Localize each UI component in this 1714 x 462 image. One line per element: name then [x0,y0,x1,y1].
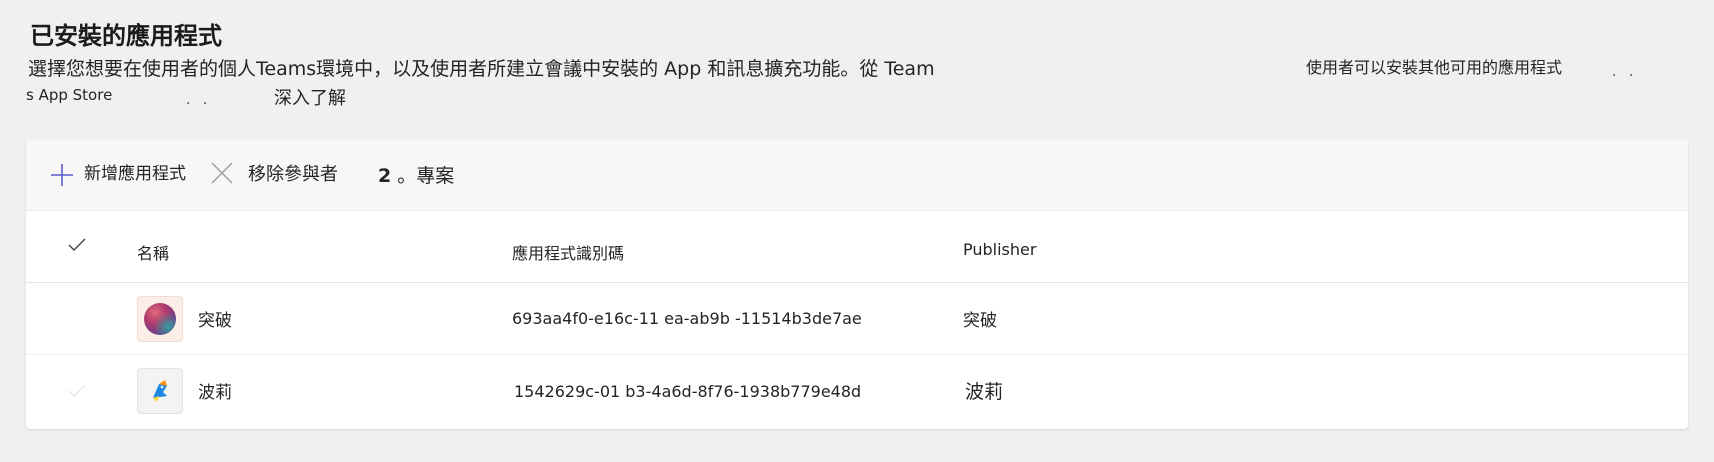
description-dots: . . [186,92,212,108]
select-all-checkmark-icon[interactable] [66,234,88,256]
table-row[interactable]: 波莉 1542629c-01 b3-4a6d-8f76-1938b779e48d… [26,355,1688,426]
column-header-publisher[interactable]: Publisher [963,240,1036,259]
row-checkmark-icon[interactable] [66,380,88,402]
column-header-app-id[interactable]: 應用程式識別碼 [512,240,624,264]
breakthru-logo-icon [137,296,183,342]
right-note: 使用者可以安裝其他可用的應用程式 [1306,58,1563,77]
remove-button[interactable]: 移除參與者 [208,159,338,191]
installed-apps-panel: 新增應用程式 移除參與者 2。專案 名稱 應用程式識別碼 Publisher [26,139,1688,429]
command-bar: 新增應用程式 移除參與者 2 。專案 [26,139,1688,211]
remove-label: 移除參與者 [248,164,338,185]
learn-more-link[interactable]: 深入了解 [274,84,346,110]
app-publisher: 波莉 [965,381,1004,403]
item-count-number: 2 [378,165,392,187]
page-description: 選擇您想要在使用者的個人Teams環境中，以及使用者所建立會議中安裝的 App … [28,58,935,80]
right-note-dots: . . [1612,64,1638,80]
table-header: 名稱 應用程式識別碼 Publisher [26,210,1688,283]
add-apps-label: 新增應用程式 [84,163,186,184]
item-count-suffix: 。專案 [397,165,455,187]
row-checkmark-icon[interactable] [66,308,88,330]
app-id: 1542629c-01 b3-4a6d-8f76-1938b779e48d [514,382,862,401]
table-row[interactable]: 突破 693aa4f0-e16c-11 ea-ab9b -11514b3de7a… [26,283,1688,355]
app-name[interactable]: 波莉 [198,378,232,403]
page-description-continued: s App Store [26,86,113,104]
app-name[interactable]: 突破 [198,306,232,331]
item-count: 2 。專案 [378,161,454,188]
page-title: 已安裝的應用程式 [30,22,222,50]
plus-icon [48,161,76,189]
polly-logo-icon [137,368,183,414]
column-header-name[interactable]: 名稱 [137,240,169,264]
app-publisher: 突破 [963,311,997,331]
close-icon [208,159,236,191]
add-apps-button[interactable]: 新增應用程式 [48,159,186,191]
app-id: 693aa4f0-e16c-11 ea-ab9b -11514b3de7ae [512,309,862,328]
